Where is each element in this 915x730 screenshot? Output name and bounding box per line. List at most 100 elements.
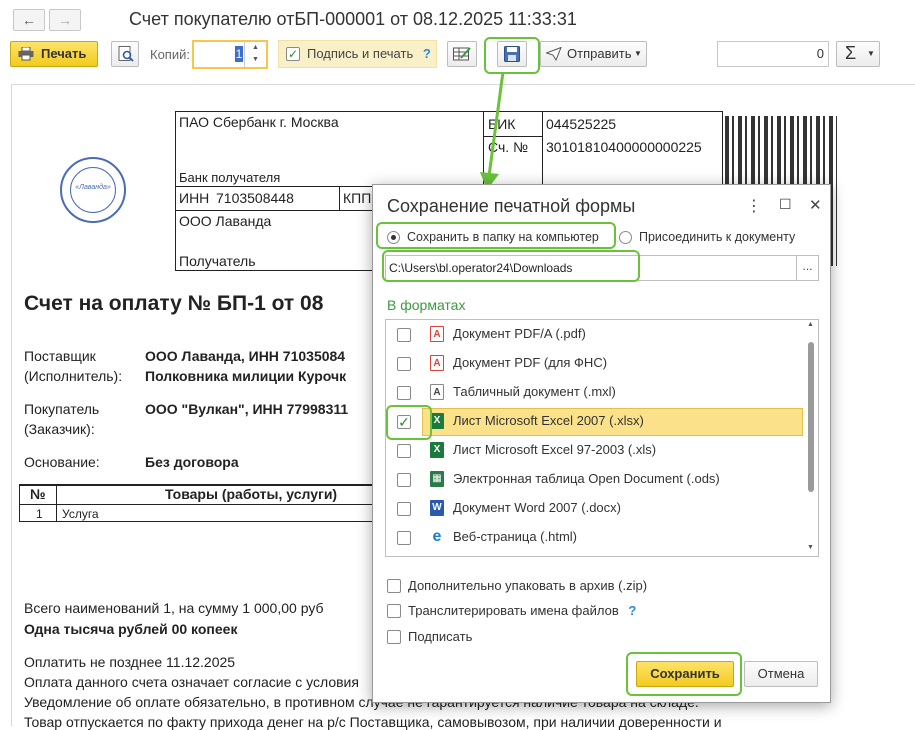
format-label: Документ PDF (для ФНС) xyxy=(453,355,608,370)
format-item-docx[interactable]: W Документ Word 2007 (.docx) xyxy=(386,494,804,522)
browse-button[interactable]: ... xyxy=(796,256,818,280)
supplier-label-2: (Исполнитель): xyxy=(24,368,123,384)
maximize-icon[interactable]: ☐ xyxy=(779,196,792,213)
table-header-divider xyxy=(19,504,374,505)
format-checkbox[interactable] xyxy=(397,531,411,545)
magnifier-page-icon xyxy=(118,46,134,62)
format-item-pdfa[interactable]: A Документ PDF/A (.pdf) xyxy=(386,320,804,348)
zip-checkbox[interactable] xyxy=(387,579,401,593)
copies-label: Копий: xyxy=(150,47,190,62)
path-highlight xyxy=(382,250,640,282)
save-to-folder-label: Сохранить в папку на компьютер xyxy=(407,230,599,244)
buyer-label-1: Покупатель xyxy=(24,401,100,417)
cancel-button[interactable]: Отмена xyxy=(744,661,818,687)
format-label: Документ PDF/A (.pdf) xyxy=(453,326,586,341)
save-button[interactable]: Сохранить xyxy=(636,661,734,687)
format-item-html[interactable]: e Веб-страница (.html) xyxy=(386,523,804,551)
sum-field[interactable]: 0 xyxy=(717,41,829,67)
format-item-mxl[interactable]: A Табличный документ (.mxl) xyxy=(386,378,804,406)
kpp-label: КПП xyxy=(343,190,372,206)
attach-to-document-radio[interactable] xyxy=(619,231,632,244)
inn-value: 7103508448 xyxy=(216,190,294,206)
save-to-folder-radio[interactable] xyxy=(387,231,400,244)
translit-text: Транслитерировать имена файлов xyxy=(408,603,619,618)
total-words: Одна тысяча рублей 00 копеек xyxy=(24,621,238,637)
translit-checkbox[interactable] xyxy=(387,604,401,618)
scroll-down-icon[interactable]: ▼ xyxy=(807,544,814,551)
copies-input[interactable]: 1 ▲ ▼ xyxy=(192,40,268,69)
edit-button[interactable] xyxy=(447,41,477,67)
note-due-date: Оплатить не позднее 11.12.2025 xyxy=(24,654,236,670)
copies-stepper[interactable]: ▲ ▼ xyxy=(244,42,266,67)
format-label: Документ Word 2007 (.docx) xyxy=(453,500,621,515)
scroll-thumb[interactable] xyxy=(808,342,814,492)
close-icon[interactable]: ✕ xyxy=(809,196,822,214)
window-title: Счет покупателю отБП-000001 от 08.12.202… xyxy=(129,9,577,29)
excel-icon: X xyxy=(430,413,444,429)
word-icon: W xyxy=(430,500,444,516)
bik-value: 044525225 xyxy=(546,116,617,132)
note-consent: Оплата данного счета означает согласие с… xyxy=(24,674,359,690)
stamp-image: «Лаванда» xyxy=(60,157,126,223)
format-checkbox[interactable] xyxy=(397,444,411,458)
format-item-xls[interactable]: X Лист Microsoft Excel 97-2003 (.xls) xyxy=(386,436,804,464)
arrow-left-icon: ← xyxy=(22,12,36,28)
recipient-name: ООО Лаванда xyxy=(179,213,272,229)
format-checkbox[interactable] xyxy=(397,386,411,400)
invoice-title: Счет на оплату № БП-1 от 08 xyxy=(24,292,324,315)
sigma-icon: Σ xyxy=(845,43,857,63)
help-icon[interactable]: ? xyxy=(423,46,431,61)
send-button[interactable]: Отправить ▼ xyxy=(540,41,647,67)
edit-table-icon xyxy=(453,47,471,61)
copies-value: 1 xyxy=(235,46,243,62)
supplier-label-1: Поставщик xyxy=(24,348,96,364)
format-item-pdf-fns[interactable]: A Документ PDF (для ФНС) xyxy=(386,349,804,377)
scroll-up-icon[interactable]: ▲ xyxy=(807,321,814,328)
note-shipping: Товар отпускается по факту прихода денег… xyxy=(24,714,722,730)
format-checkbox[interactable] xyxy=(397,357,411,371)
preview-button[interactable] xyxy=(111,41,139,67)
dialog-title: Сохранение печатной формы xyxy=(387,196,636,216)
format-label: Табличный документ (.mxl) xyxy=(453,384,616,399)
sign-label: Подписать xyxy=(408,629,473,644)
table-left-border xyxy=(19,484,20,522)
pdf-icon: A xyxy=(430,355,444,371)
annotation-arrow xyxy=(480,71,505,190)
format-label: Электронная таблица Open Document (.ods) xyxy=(453,471,720,486)
acc-value: 30101810400000000225 xyxy=(546,139,702,155)
help-icon[interactable]: ? xyxy=(628,603,636,618)
chevron-down-icon: ▼ xyxy=(634,49,642,58)
format-label: Лист Microsoft Excel 2007 (.xlsx) xyxy=(453,413,644,428)
formats-list: A Документ PDF/A (.pdf) A Документ PDF (… xyxy=(385,319,819,557)
table-col-divider xyxy=(56,484,57,522)
format-checkbox[interactable] xyxy=(397,473,411,487)
buyer-value: ООО "Вулкан", ИНН 77998311 xyxy=(145,401,349,417)
sum-button[interactable]: Σ ▼ xyxy=(836,41,880,67)
inn-label: ИНН xyxy=(179,190,210,206)
back-button[interactable]: ← xyxy=(13,9,45,31)
attach-to-document-label: Присоединить к документу xyxy=(639,230,796,244)
sign-print-checkbox[interactable]: ✓ xyxy=(286,47,300,61)
save-to-file-button[interactable] xyxy=(497,41,527,67)
edge-icon: e xyxy=(432,528,442,545)
table-row-num: 1 xyxy=(36,507,43,521)
forward-button[interactable]: → xyxy=(49,9,81,31)
table-header-num: № xyxy=(30,486,46,502)
print-button[interactable]: Печать xyxy=(10,41,98,67)
table-bottom-border xyxy=(19,521,374,522)
format-label: Веб-страница (.html) xyxy=(453,529,578,544)
zip-label: Дополнительно упаковать в архив (.zip) xyxy=(408,578,648,593)
ods-icon: ▦ xyxy=(430,471,444,487)
sign-checkbox[interactable] xyxy=(387,630,401,644)
sign-and-print-toggle[interactable]: ✓ Подпись и печать ? xyxy=(278,40,437,68)
stamp-text: «Лаванда» xyxy=(75,184,111,191)
basis-value: Без договора xyxy=(145,454,239,470)
recipient-caption: Получатель xyxy=(179,253,256,269)
format-item-xlsx[interactable]: ✓ X Лист Microsoft Excel 2007 (.xlsx) xyxy=(386,407,804,436)
bank-caption: Банк получателя xyxy=(179,170,281,185)
format-item-ods[interactable]: ▦ Электронная таблица Open Document (.od… xyxy=(386,465,804,493)
table-row-goods: Услуга xyxy=(62,507,99,521)
more-menu-icon[interactable]: ⋮ xyxy=(746,196,762,216)
format-checkbox[interactable] xyxy=(397,502,411,516)
format-checkbox[interactable] xyxy=(397,328,411,342)
